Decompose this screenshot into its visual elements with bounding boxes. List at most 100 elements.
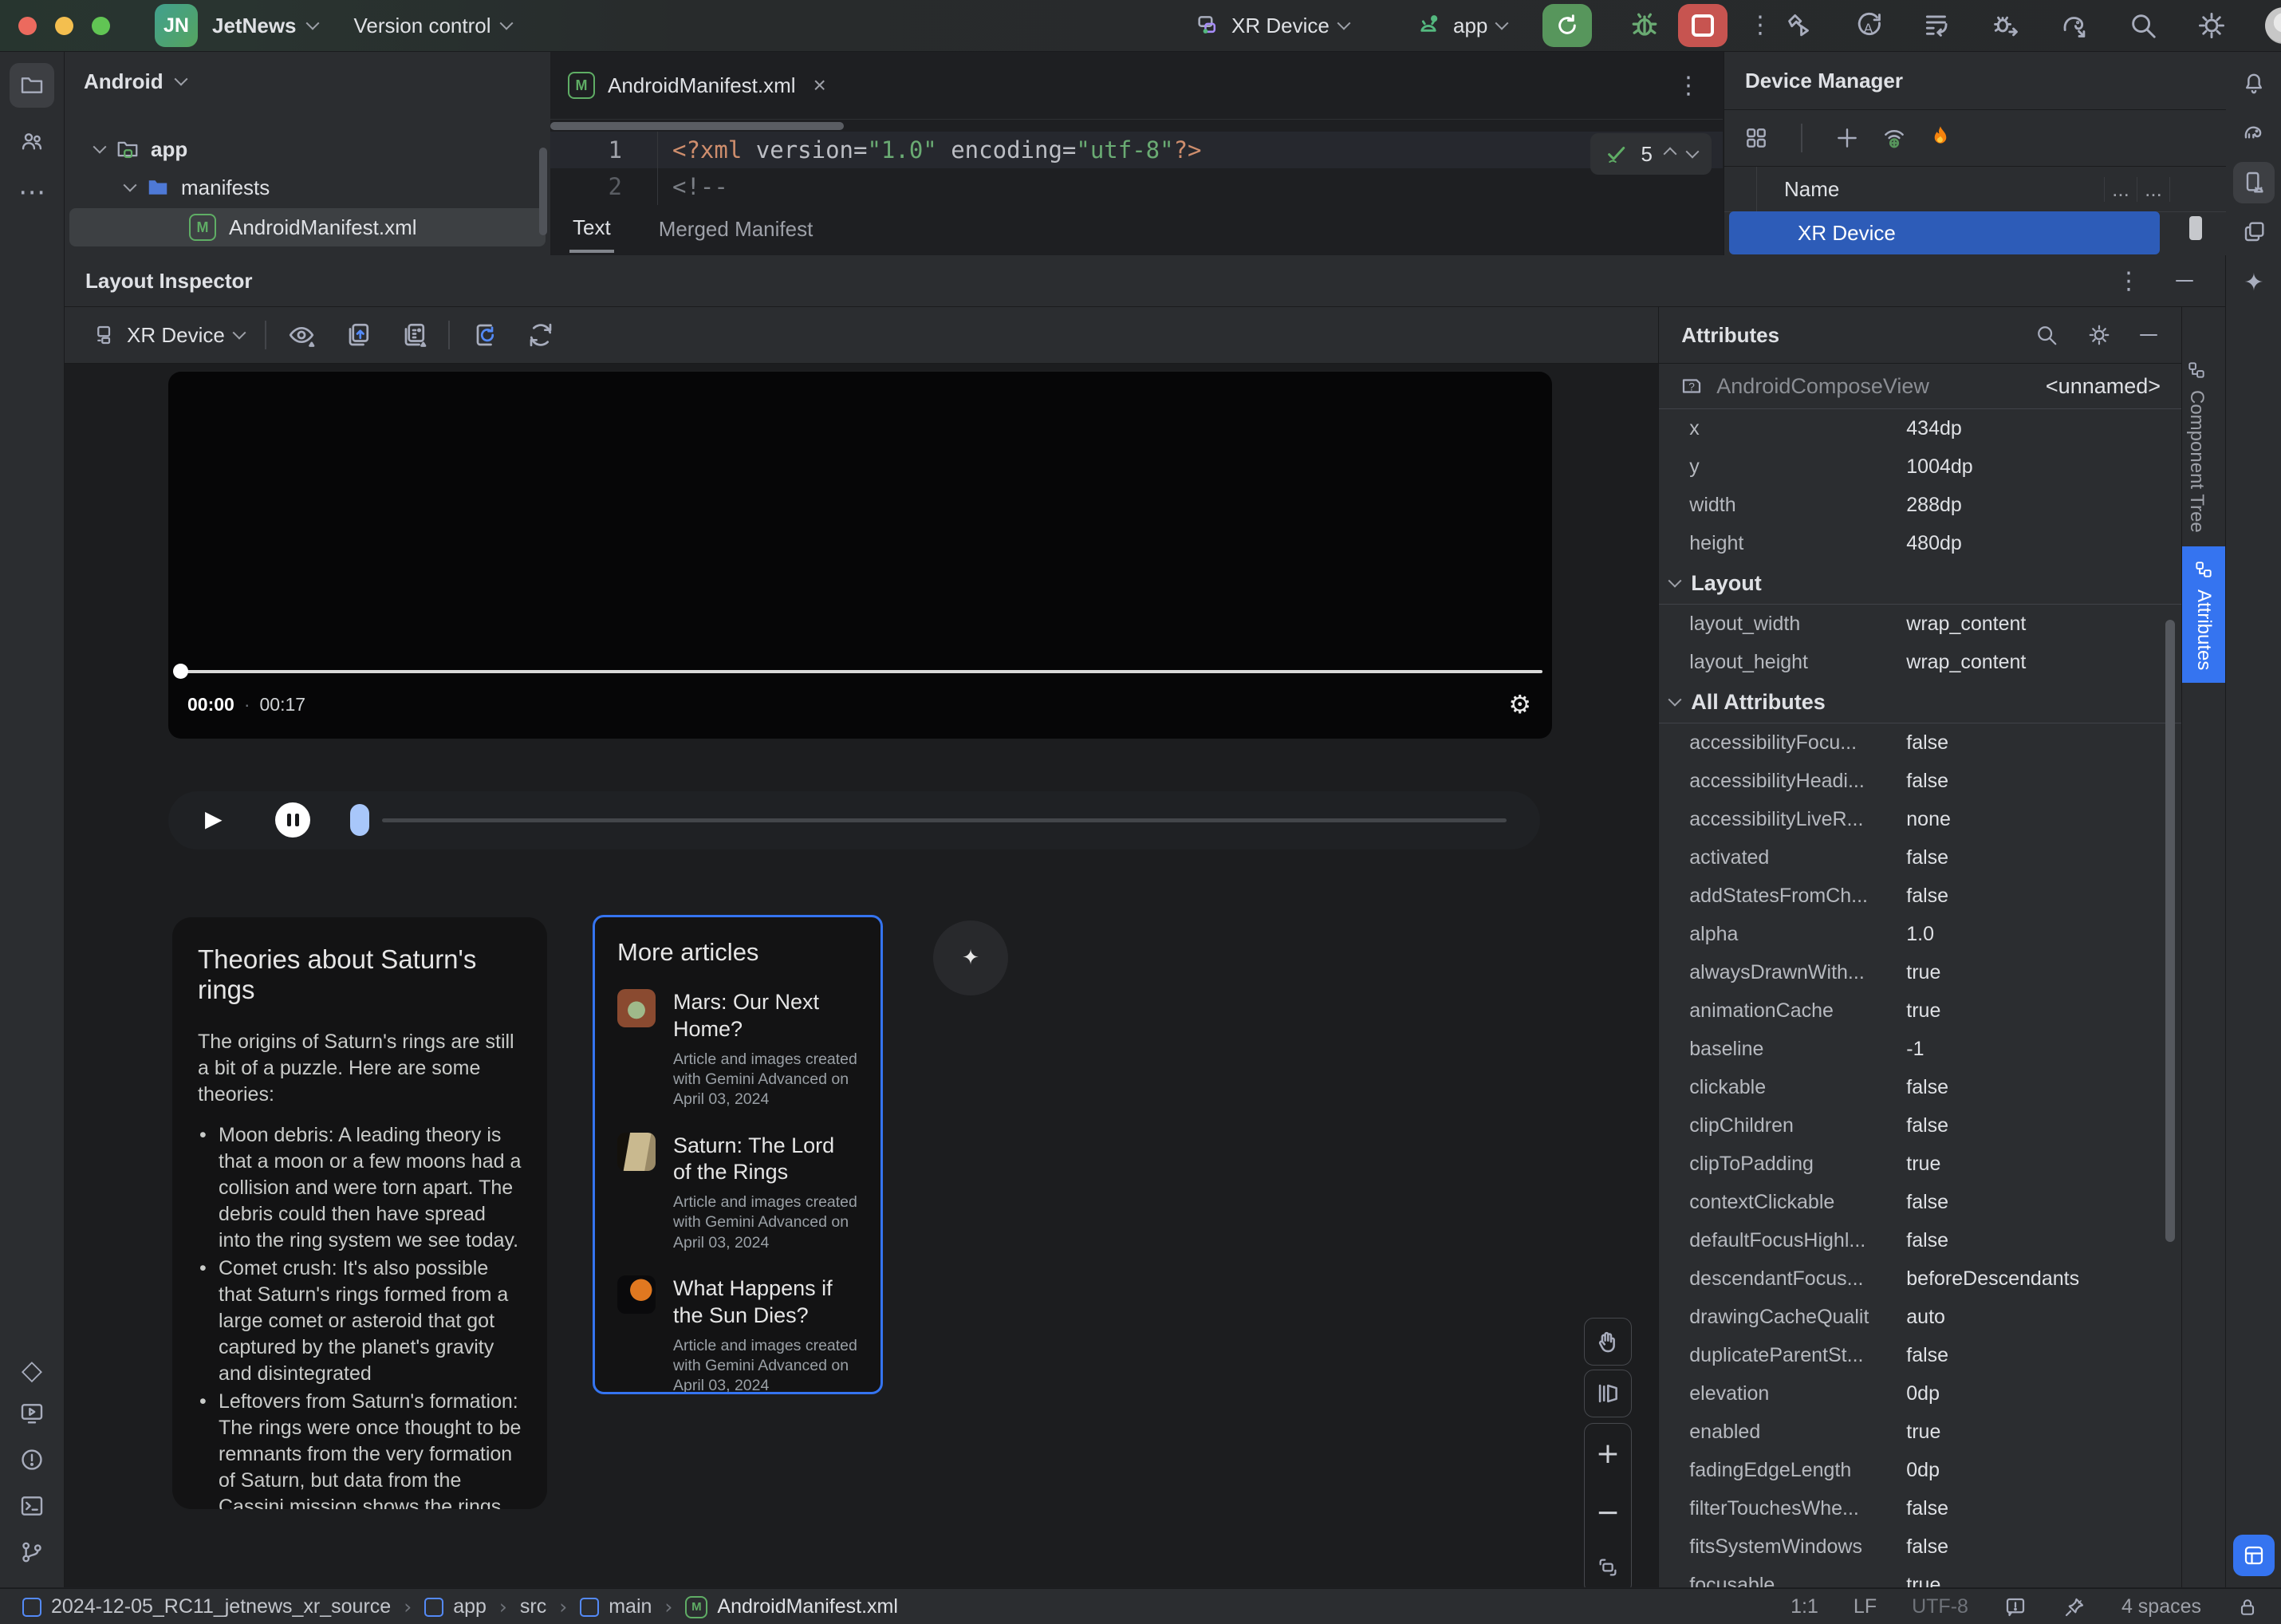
user-avatar[interactable]: [2265, 7, 2281, 44]
macos-minimize-button[interactable]: [55, 16, 73, 35]
tab-attributes[interactable]: Attributes: [2182, 546, 2226, 684]
attribute-row[interactable]: activated false: [1659, 838, 2181, 877]
vcs-widget[interactable]: Version control: [354, 14, 514, 38]
column-ellipsis[interactable]: ...: [2137, 176, 2170, 202]
stop-button[interactable]: [1678, 4, 1727, 47]
panel-options-menu[interactable]: ⋮: [2117, 267, 2141, 295]
inspector-device-selector[interactable]: XR Device: [93, 323, 246, 348]
version-control-button[interactable]: [10, 1530, 54, 1575]
attribute-row[interactable]: descendantFocus... beforeDescendants: [1659, 1259, 2181, 1298]
breadcrumb-item[interactable]: M AndroidManifest.xml: [685, 1595, 898, 1618]
running-devices-button[interactable]: [10, 1391, 54, 1436]
project-view-selector[interactable]: Android: [65, 52, 550, 111]
zoom-in-button[interactable]: +: [1596, 1437, 1620, 1470]
media-slider-track[interactable]: [382, 818, 1507, 822]
project-toolwindow-button[interactable]: [10, 63, 54, 108]
attribute-row[interactable]: drawingCacheQualit auto: [1659, 1298, 2181, 1336]
lock-icon[interactable]: [2236, 1596, 2259, 1618]
pin-slash-icon[interactable]: [2062, 1595, 2086, 1619]
attribute-row[interactable]: accessibilityFocu... false: [1659, 723, 2181, 762]
notifications-button[interactable]: [2233, 63, 2275, 104]
tab-text[interactable]: Text: [569, 206, 614, 253]
attribute-row[interactable]: elevation 0dp: [1659, 1374, 2181, 1413]
layout-section-header[interactable]: Layout: [1659, 562, 2182, 605]
breadcrumb-item[interactable]: app: [424, 1595, 487, 1618]
indent-setting[interactable]: 4 spaces: [2121, 1595, 2201, 1618]
attribute-row[interactable]: defaultFocusHighl... false: [1659, 1221, 2181, 1259]
debug-button[interactable]: [1627, 8, 1662, 49]
macos-zoom-button[interactable]: [92, 16, 110, 35]
attribute-row[interactable]: layout_width wrap_content: [1659, 605, 2181, 643]
pan-mode-button[interactable]: [1584, 1318, 1632, 1366]
tab-component-tree[interactable]: Component Tree: [2185, 347, 2208, 546]
more-articles-card[interactable]: More articles Mars: Our Next Home? Articl…: [593, 915, 883, 1394]
attribute-row[interactable]: baseline -1: [1659, 1030, 2181, 1068]
attribute-row[interactable]: accessibilityLiveR... none: [1659, 800, 2181, 838]
firebase-icon[interactable]: [1928, 124, 1952, 152]
attribute-row[interactable]: alpha 1.0: [1659, 915, 2181, 953]
meet-new-ui-icon[interactable]: ◇: [22, 1354, 42, 1386]
view-options-eye-icon[interactable]: [287, 321, 316, 349]
editor-hscrollbar[interactable]: [550, 122, 844, 130]
lines-revert-icon[interactable]: [1922, 10, 1952, 41]
gear-icon[interactable]: [2087, 323, 2111, 347]
selected-component-row[interactable]: ? AndroidComposeView <unnamed>: [1659, 364, 2182, 409]
attribute-row[interactable]: animationCache true: [1659, 991, 2181, 1030]
code-area[interactable]: 1 <?xml version="1.0" encoding="utf-8"?>…: [550, 132, 1723, 205]
attribute-row[interactable]: enabled true: [1659, 1413, 2181, 1451]
layout-inspector-toolwindow-button[interactable]: [2233, 1535, 2275, 1576]
device-explorer-button[interactable]: [2233, 211, 2275, 253]
gradle-sync-icon[interactable]: [2059, 10, 2090, 41]
gemini-sparkle-icon[interactable]: ✦: [2244, 269, 2263, 297]
breadcrumb-item[interactable]: src: [520, 1595, 546, 1618]
play-icon[interactable]: ▶: [205, 806, 223, 832]
column-name[interactable]: Name: [1757, 177, 2104, 202]
run-config-selector[interactable]: app: [1413, 10, 1509, 41]
attribute-row[interactable]: y 1004dp: [1659, 447, 2181, 486]
device-table-scrollbar[interactable]: [2189, 216, 2202, 240]
problems-button[interactable]: [10, 1437, 54, 1482]
attribute-row[interactable]: addStatesFromCh... false: [1659, 877, 2181, 915]
attribute-row[interactable]: fadingEdgeLength 0dp: [1659, 1451, 2181, 1489]
xr-sparkle-button[interactable]: ✦: [933, 920, 1008, 995]
pause-button[interactable]: [275, 802, 310, 838]
run-more-menu[interactable]: ⋮: [1748, 11, 1772, 39]
minimize-panel-icon[interactable]: [2140, 333, 2158, 337]
minimize-panel-icon[interactable]: [2176, 279, 2193, 282]
terminal-button[interactable]: [10, 1484, 54, 1528]
search-icon[interactable]: [2128, 10, 2158, 41]
tree-node-manifest-file[interactable]: M AndroidManifest.xml: [69, 208, 546, 246]
attribute-row[interactable]: clickable false: [1659, 1068, 2181, 1106]
close-tab-icon[interactable]: ×: [814, 73, 826, 98]
gradle-toolwindow-button[interactable]: [2233, 112, 2275, 154]
inspections-widget[interactable]: 5: [1590, 133, 1712, 175]
layout-inspector-canvas[interactable]: 00:00 · 00:17 ⚙ ▶ Theories about Saturn'…: [65, 364, 1659, 1587]
attach-debugger-icon[interactable]: [1991, 10, 2021, 41]
attribute-row[interactable]: x 434dp: [1659, 409, 2181, 447]
refresh-icon[interactable]: [526, 321, 555, 349]
build-run-icon[interactable]: [1785, 10, 1815, 41]
attribute-row[interactable]: duplicateParentSt... false: [1659, 1336, 2181, 1374]
video-progress-thumb[interactable]: [173, 664, 188, 679]
attribute-row[interactable]: filterTouchesWhe... false: [1659, 1489, 2181, 1527]
3d-mode-button[interactable]: [1584, 1370, 1632, 1417]
file-encoding[interactable]: UTF-8: [1912, 1595, 1968, 1618]
caret-position[interactable]: 1:1: [1791, 1595, 1818, 1618]
zoom-out-button[interactable]: −: [1596, 1496, 1620, 1529]
tab-merged-manifest[interactable]: Merged Manifest: [659, 217, 814, 242]
project-selector[interactable]: JetNews: [212, 14, 319, 38]
zoom-to-fit-button[interactable]: [1596, 1555, 1620, 1579]
editor-options-menu[interactable]: ⋮: [1676, 72, 1700, 100]
attribute-row[interactable]: accessibilityHeadi... false: [1659, 762, 2181, 800]
macos-close-button[interactable]: [18, 16, 37, 35]
tree-node-app[interactable]: app: [65, 130, 550, 168]
chevron-up-icon[interactable]: [1663, 147, 1677, 161]
add-device-icon[interactable]: [1834, 125, 1860, 151]
video-player[interactable]: 00:00 · 00:17 ⚙: [168, 372, 1552, 739]
attribute-row[interactable]: focusable true: [1659, 1566, 2181, 1588]
rerun-button[interactable]: [1542, 4, 1592, 47]
breadcrumb-item[interactable]: 2024-12-05_RC11_jetnews_xr_source: [22, 1595, 391, 1618]
breadcrumb-item[interactable]: main: [580, 1595, 652, 1618]
attributes-scrollbar[interactable]: [2165, 620, 2176, 1242]
media-slider-thumb[interactable]: [350, 804, 369, 836]
